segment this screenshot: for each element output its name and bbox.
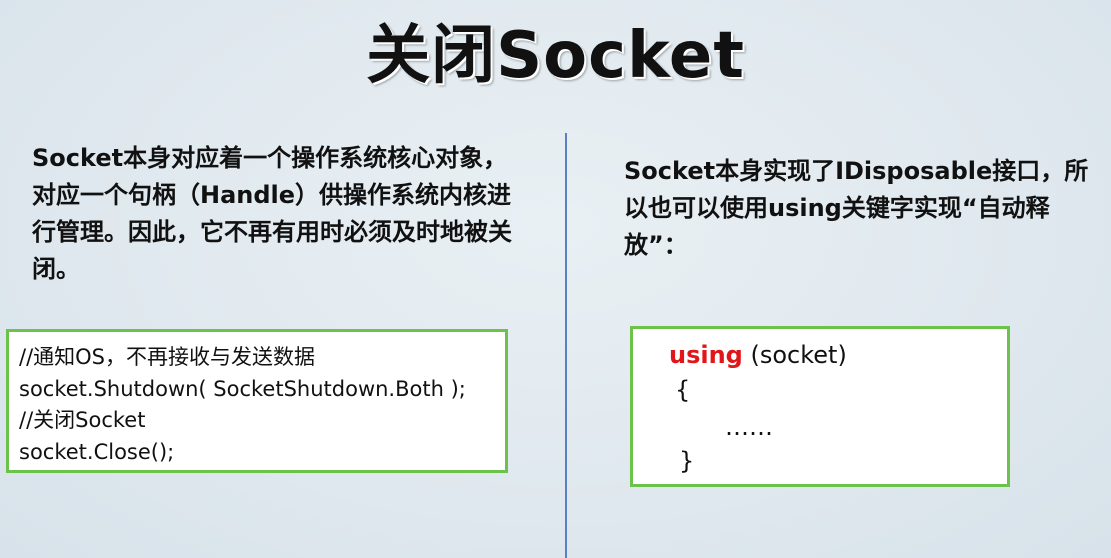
right-code-box: using (socket) { …… } bbox=[630, 326, 1010, 487]
left-code-box: //通知OS，不再接收与发送数据 socket.Shutdown( Socket… bbox=[6, 329, 508, 473]
code-line-using: using (socket) bbox=[669, 341, 847, 369]
code-line-shutdown: socket.Shutdown( SocketShutdown.Both ); bbox=[19, 376, 466, 401]
code-line-close: socket.Close(); bbox=[19, 439, 175, 464]
code-line-comment-2: //关闭Socket bbox=[19, 408, 146, 432]
code-body-ellipsis: …… bbox=[725, 413, 773, 441]
left-paragraph: Socket本身对应着一个操作系统核心对象，对应一个句柄（Handle）供操作系… bbox=[32, 144, 512, 283]
using-keyword: using bbox=[669, 341, 743, 369]
slide-title: 关闭Socket bbox=[366, 19, 745, 93]
code-open-brace: { bbox=[675, 376, 691, 404]
code-close-brace: } bbox=[679, 447, 695, 475]
column-divider bbox=[565, 133, 567, 558]
code-line-comment-1: //通知OS，不再接收与发送数据 bbox=[19, 345, 316, 369]
right-paragraph: Socket本身实现了IDisposable接口，所以也可以使用using关键字… bbox=[624, 157, 1089, 259]
using-argument: (socket) bbox=[742, 341, 847, 369]
